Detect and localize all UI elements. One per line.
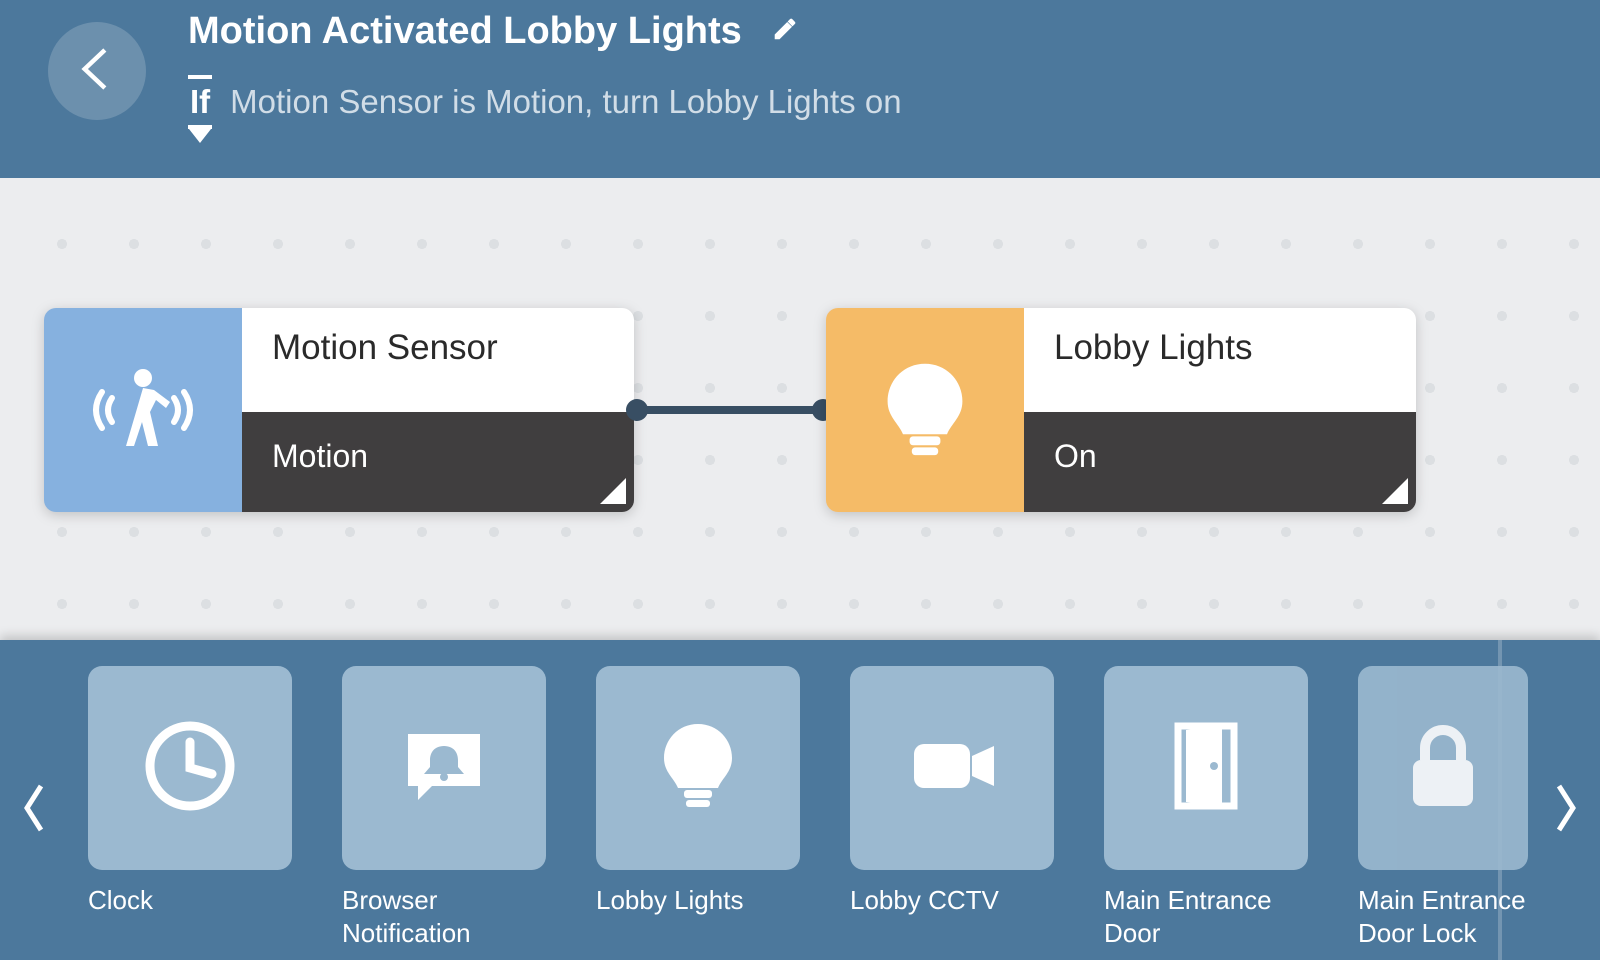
rule-title: Motion Activated Lobby Lights <box>188 10 742 53</box>
tray-item-browser-notification[interactable]: Browser Notification <box>342 666 546 949</box>
condition-prefix: If <box>188 75 212 129</box>
condition-row[interactable]: If Motion Sensor is Motion, turn Lobby L… <box>188 75 902 129</box>
tray-item-lobby-cctv[interactable]: Lobby CCTV <box>850 666 1054 949</box>
arrow-left-icon <box>69 41 125 102</box>
tray-item-label: Browser Notification <box>342 884 546 949</box>
header-text: Motion Activated Lobby Lights If Motion … <box>188 10 902 129</box>
door-icon <box>1156 716 1256 821</box>
tray-item-label: Lobby Lights <box>596 884 800 917</box>
trigger-node-title: Motion Sensor <box>242 308 634 412</box>
rule-canvas[interactable]: Motion Sensor Motion Lobby Lights On <box>0 178 1600 640</box>
tray-item-lobby-lights[interactable]: Lobby Lights <box>596 666 800 949</box>
tray-item-label: Main Entrance Door Lock <box>1358 884 1528 949</box>
condition-text: Motion Sensor is Motion, turn Lobby Ligh… <box>230 83 901 121</box>
clock-icon <box>140 716 240 821</box>
tray-item-label: Clock <box>88 884 292 917</box>
lock-icon <box>1393 716 1493 821</box>
action-node-title: Lobby Lights <box>1024 308 1416 412</box>
camera-icon <box>902 716 1002 821</box>
tray-scroll-left[interactable] <box>12 780 56 840</box>
node-connector <box>636 406 824 414</box>
action-node[interactable]: Lobby Lights On <box>826 308 1416 512</box>
edit-icon[interactable] <box>772 16 798 47</box>
back-button[interactable] <box>48 22 146 120</box>
tray-item-label: Main Entrance Door <box>1104 884 1308 949</box>
header: Motion Activated Lobby Lights If Motion … <box>0 0 1600 178</box>
action-node-state[interactable]: On <box>1024 412 1416 512</box>
tray-tiles: Clock Browser Notification Lobby Lights … <box>88 666 1562 949</box>
tray-item-label: Lobby CCTV <box>850 884 1054 917</box>
tray-item-clock[interactable]: Clock <box>88 666 292 949</box>
trigger-node-state[interactable]: Motion <box>242 412 634 512</box>
trigger-node[interactable]: Motion Sensor Motion <box>44 308 634 512</box>
motion-sensor-icon <box>44 308 242 512</box>
chevron-left-icon <box>19 782 49 839</box>
tray-item-main-entrance-door[interactable]: Main Entrance Door <box>1104 666 1308 949</box>
bell-icon <box>394 716 494 821</box>
device-tray: Clock Browser Notification Lobby Lights … <box>0 640 1600 960</box>
lightbulb-icon <box>826 308 1024 512</box>
tray-item-main-entrance-door-lock[interactable]: Main Entrance Door Lock <box>1358 666 1528 949</box>
lightbulb-icon <box>648 716 748 821</box>
